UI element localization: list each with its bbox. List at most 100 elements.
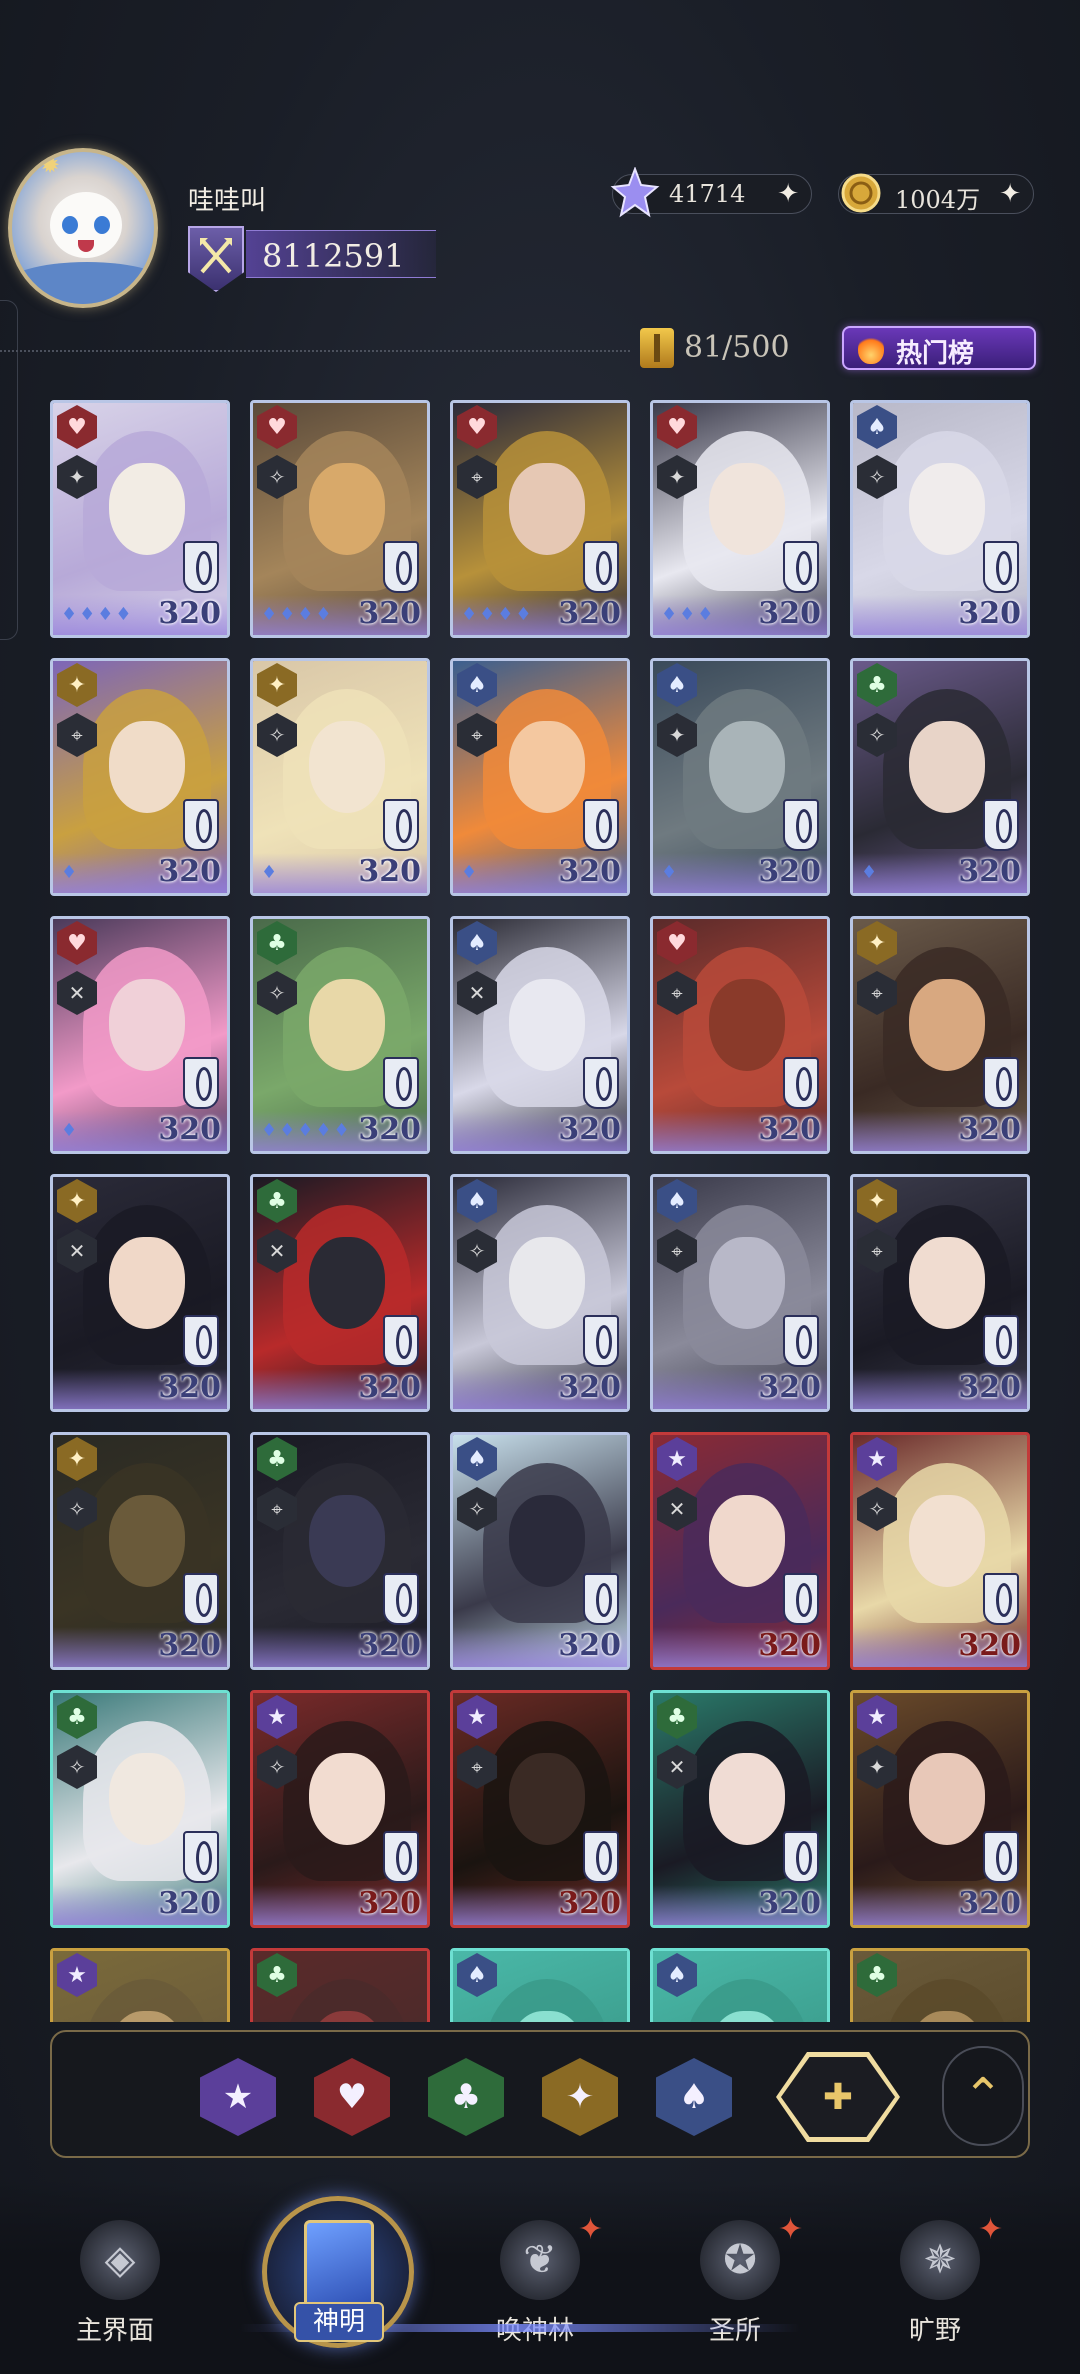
god-card[interactable]: ★ ✧ 320 xyxy=(850,1432,1030,1670)
god-card[interactable]: ♠ xyxy=(650,1948,830,2022)
filter-all-icon[interactable]: ✚ xyxy=(776,2052,900,2142)
rank-shield-icon xyxy=(783,1573,819,1625)
god-card[interactable]: ★ xyxy=(50,1948,230,2022)
gem-add-icon[interactable]: ✦ xyxy=(777,179,799,209)
god-card[interactable]: ♥ ✧ 320 ♦♦♦♦ xyxy=(250,400,430,638)
nav-wilds[interactable]: ✵ 旷野 ✦ xyxy=(860,2212,1010,2360)
god-card[interactable]: ✦ ⌖ 320 xyxy=(850,1174,1030,1412)
notification-icon: ✦ xyxy=(778,2212,804,2247)
card-level: 320 xyxy=(558,854,621,889)
card-level: 320 xyxy=(958,1370,1021,1405)
filter-star-icon[interactable]: ★ xyxy=(200,2058,276,2136)
card-portrait-face xyxy=(309,1753,385,1845)
god-card[interactable]: ♥ ✦ 320 ♦♦♦ xyxy=(650,400,830,638)
card-level: 320 xyxy=(558,1886,621,1921)
rank-shield-icon xyxy=(583,541,619,593)
god-card[interactable]: ✦ ✧ 320 ♦ xyxy=(250,658,430,896)
rank-shield-icon xyxy=(383,799,419,851)
god-card[interactable]: ♠ ✧ 320 xyxy=(450,1432,630,1670)
card-portrait-face xyxy=(509,721,585,813)
god-card[interactable]: ✦ ✧ 320 xyxy=(50,1432,230,1670)
rank-shield-icon xyxy=(183,799,219,851)
rank-shield-icon xyxy=(783,799,819,851)
card-portrait-face xyxy=(909,979,985,1071)
rank-shield-icon xyxy=(583,799,619,851)
card-portrait-face xyxy=(909,463,985,555)
card-stars: ♦ xyxy=(861,862,880,883)
player-header: ✹ 哇哇叫 8112591 41714 ✦ 1004万 ✦ 81/500 热门榜 xyxy=(0,0,1080,640)
god-card[interactable]: ♣ ✕ 320 xyxy=(650,1690,830,1928)
card-level: 320 xyxy=(158,1112,221,1147)
god-card[interactable]: ★ ⌖ 320 xyxy=(450,1690,630,1928)
god-card[interactable]: ✦ ✕ 320 xyxy=(50,1174,230,1412)
collection-count: 81/500 xyxy=(640,326,790,370)
rank-shield-icon xyxy=(183,1831,219,1883)
rank-shield-icon xyxy=(583,1315,619,1367)
nav-sanctuary[interactable]: ✪ 圣所 ✦ xyxy=(660,2212,810,2360)
card-portrait-face xyxy=(109,721,185,813)
card-portrait-face xyxy=(109,463,185,555)
nav-summon[interactable]: ❦ 唤神林 ✦ xyxy=(460,2212,610,2360)
gold-currency[interactable]: 1004万 ✦ xyxy=(838,173,1034,214)
power-value: 8112591 xyxy=(262,237,405,275)
god-card[interactable]: ♥ ✕ 320 ♦ xyxy=(50,916,230,1154)
gem-currency[interactable]: 41714 ✦ xyxy=(610,167,812,218)
filter-star4-icon[interactable]: ✦ xyxy=(542,2058,618,2136)
collapse-chevron-up-icon[interactable]: ⌃ xyxy=(942,2046,1024,2146)
god-card[interactable]: ♠ ✧ 320 xyxy=(850,400,1030,638)
god-card[interactable]: ♣ ✧ 320 ♦ xyxy=(850,658,1030,896)
god-card[interactable]: ♥ ✦ 320 ♦♦♦♦ xyxy=(50,400,230,638)
god-card[interactable]: ♣ xyxy=(250,1948,430,2022)
card-stars: ♦♦♦♦ xyxy=(261,604,334,625)
god-card[interactable]: ♣ ✕ 320 xyxy=(250,1174,430,1412)
filter-heart-icon[interactable]: ♥ xyxy=(314,2058,390,2136)
god-card[interactable]: ★ ✕ 320 xyxy=(650,1432,830,1670)
filter-spade-icon[interactable]: ♠ xyxy=(656,2058,732,2136)
player-avatar[interactable]: ✹ xyxy=(8,148,158,308)
god-card[interactable]: ✦ ⌖ 320 xyxy=(850,916,1030,1154)
compass-icon: ✵ xyxy=(900,2220,980,2300)
element-filter-bar: ⌃ ★ ♥ ♣ ✦ ♠ ✚ xyxy=(50,2030,1030,2158)
god-card[interactable]: ♠ ✕ 320 xyxy=(450,916,630,1154)
card-stars: ♦♦♦♦ xyxy=(61,604,134,625)
rank-shield-icon xyxy=(783,1057,819,1109)
rank-shield-icon xyxy=(983,1315,1019,1367)
rank-shield-icon xyxy=(183,1315,219,1367)
card-level: 320 xyxy=(358,1112,421,1147)
god-card[interactable]: ♠ ✦ 320 ♦ xyxy=(650,658,830,896)
filter-club-icon[interactable]: ♣ xyxy=(428,2058,504,2136)
gold-coin-icon xyxy=(841,173,881,213)
god-card[interactable]: ♠ ✧ 320 xyxy=(450,1174,630,1412)
god-card[interactable]: ★ ✧ 320 xyxy=(250,1690,430,1928)
collection-count-text: 81/500 xyxy=(684,330,790,365)
card-level: 320 xyxy=(358,1370,421,1405)
card-portrait-face xyxy=(309,979,385,1071)
rank-badge-icon xyxy=(188,226,244,292)
card-level: 320 xyxy=(758,1886,821,1921)
card-level: 320 xyxy=(358,596,421,631)
god-card[interactable]: ♥ ⌖ 320 xyxy=(650,916,830,1154)
hot-ranking-button[interactable]: 热门榜 xyxy=(842,326,1036,370)
nav-main[interactable]: ◈ 主界面 xyxy=(40,2220,190,2360)
nav-gods[interactable]: 神明 xyxy=(258,2196,418,2374)
gem-value: 41714 xyxy=(669,180,746,208)
rank-shield-icon xyxy=(583,1573,619,1625)
god-card[interactable]: ★ ✦ 320 xyxy=(850,1690,1030,1928)
god-card[interactable]: ♣ xyxy=(850,1948,1030,2022)
gold-add-icon[interactable]: ✦ xyxy=(999,179,1021,209)
card-portrait-face xyxy=(109,1237,185,1329)
god-card[interactable]: ✦ ⌖ 320 ♦ xyxy=(50,658,230,896)
rank-shield-icon xyxy=(183,541,219,593)
god-card[interactable]: ♠ ⌖ 320 xyxy=(650,1174,830,1412)
card-portrait-face xyxy=(709,1237,785,1329)
gold-value: 1004万 xyxy=(895,186,981,214)
god-card[interactable]: ♠ ⌖ 320 ♦ xyxy=(450,658,630,896)
god-card[interactable]: ♣ ✧ 320 xyxy=(50,1690,230,1928)
god-card[interactable]: ♠ xyxy=(450,1948,630,2022)
god-card[interactable]: ♣ ⌖ 320 xyxy=(250,1432,430,1670)
rank-shield-icon xyxy=(983,1057,1019,1109)
card-portrait-face xyxy=(909,721,985,813)
god-card[interactable]: ♥ ⌖ 320 ♦♦♦♦ xyxy=(450,400,630,638)
god-card[interactable]: ♣ ✧ 320 ♦♦♦♦♦ xyxy=(250,916,430,1154)
avatar-cloud xyxy=(12,262,154,304)
